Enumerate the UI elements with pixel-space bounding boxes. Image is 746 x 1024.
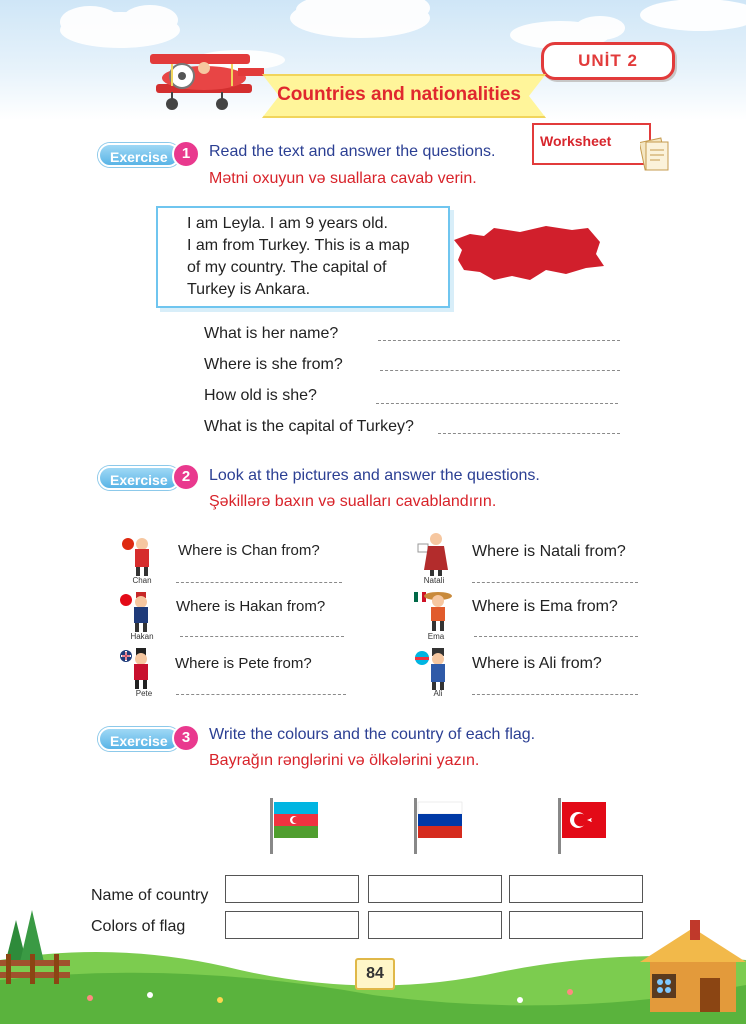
reading-line-4: Turkey is Ankara. (187, 281, 311, 298)
exercise-2-number: 2 (172, 463, 200, 491)
kid-question-natali: Where is Natali from? (472, 543, 626, 560)
turkey-flag-icon (558, 798, 606, 854)
kid-question-ema: Where is Ema from? (472, 598, 618, 615)
question-4: What is the capital of Turkey? (204, 418, 414, 435)
country-answer-box-3[interactable] (509, 875, 643, 903)
kid-question-ali: Where is Ali from? (472, 655, 602, 672)
airplane-icon (150, 54, 264, 110)
exercise-1-instruction-az: Mətni oxuyun və suallara cavab verin. (209, 170, 477, 187)
question-2: Where is she from? (204, 356, 343, 373)
natali-russia-kid-icon (417, 533, 448, 576)
exercise-2-instruction-az: Şəkillərə baxın və sualları cavablandırı… (209, 493, 497, 510)
chan-china-kid-icon (122, 538, 149, 576)
reading-line-2: I am from Turkey. This is a map (187, 237, 410, 254)
answer-line-2[interactable] (380, 370, 620, 371)
answer-line-1[interactable] (378, 340, 620, 341)
exercise-2-pill: Exercise (98, 466, 180, 490)
russia-flag-icon (414, 798, 463, 854)
answer-line-4[interactable] (438, 433, 620, 434)
kid-question-chan: Where is Chan from? (178, 542, 320, 559)
country-answer-box-2[interactable] (368, 875, 502, 903)
answer-line-pete[interactable] (176, 694, 346, 695)
worksheet-label: Worksheet (540, 133, 612, 149)
reading-line-1: I am Leyla. I am 9 years old. (187, 215, 388, 232)
document-icon (640, 137, 669, 171)
question-3: How old is she? (204, 387, 317, 404)
kid-label-chan: Chan (132, 576, 152, 585)
exercise-1-instruction-en: Read the text and answer the questions. (209, 143, 496, 160)
ema-mexico-kid-icon (414, 592, 452, 631)
answer-line-3[interactable] (376, 403, 618, 404)
kid-label-ema: Ema (427, 632, 445, 641)
answer-line-chan[interactable] (176, 582, 342, 583)
exercise-3-instruction-en: Write the colours and the country of eac… (209, 726, 536, 743)
exercise-2-instruction-en: Look at the pictures and answer the ques… (209, 467, 540, 484)
page-title: Countries and nationalities (277, 84, 521, 105)
question-1: What is her name? (204, 325, 339, 342)
kid-label-pete: Pete (135, 689, 153, 698)
kid-label-hakan: Hakan (130, 632, 154, 641)
reading-line-3: of my country. The capital of (187, 259, 387, 276)
exercise-1-pill: Exercise (98, 143, 180, 167)
exercise-3-number: 3 (172, 724, 200, 752)
ali-azerbaijan-kid-icon (415, 648, 445, 690)
country-answer-box-1[interactable] (225, 875, 359, 903)
hakan-turkey-kid-icon (120, 592, 148, 632)
unit-badge: UNİT 2 (541, 42, 675, 80)
answer-line-hakan[interactable] (180, 636, 344, 637)
kid-label-ali: Ali (433, 689, 443, 698)
exercise-1-number: 1 (172, 140, 200, 168)
pete-uk-kid-icon (120, 648, 148, 689)
kid-label-natali: Natali (423, 576, 445, 585)
exercise-3-instruction-az: Bayrağın rənglərini və ölkələrini yazın. (209, 752, 480, 769)
page-number: 84 (355, 958, 395, 990)
answer-line-natali[interactable] (472, 582, 638, 583)
azerbaijan-flag-icon (270, 798, 318, 854)
answer-line-ema[interactable] (474, 636, 638, 637)
answer-line-ali[interactable] (472, 694, 638, 695)
turkey-map-icon (454, 226, 604, 280)
exercise-3-pill: Exercise (98, 727, 180, 751)
kid-question-hakan: Where is Hakan from? (176, 598, 326, 615)
kid-question-pete: Where is Pete from? (175, 655, 312, 672)
